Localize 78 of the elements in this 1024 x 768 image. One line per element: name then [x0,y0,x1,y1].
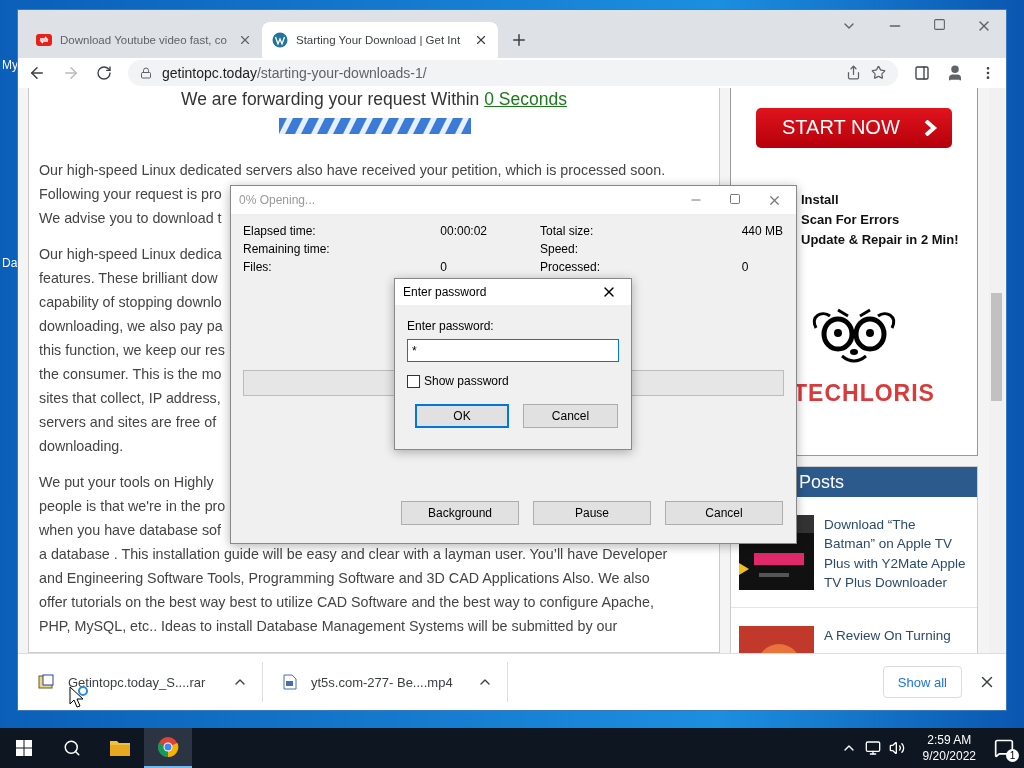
volume-icon[interactable] [888,740,905,756]
ad-feature: Update & Repair in 2 Min! [801,230,959,249]
paragraph-line: PHP, MySQL, etc.. Ideas to install Database Management Systems will be submitted by our [39,616,618,635]
brand-name: TECHLORIS [793,379,935,407]
password-field[interactable]: * [407,339,619,362]
ad-feature: Scan For Errors [801,210,901,229]
search-icon[interactable] [63,739,81,757]
video-site-icon [36,33,52,46]
download-item[interactable]: yt5s.com-277- Be....mp4 [283,662,508,703]
paragraph-line: this function, we keep our res [39,340,225,359]
stat-label: Total size: [540,224,595,238]
dialog-button[interactable]: Background [401,501,519,525]
browser-tab[interactable]: Download Youtube video fast, co [26,21,262,58]
stat-value: 0 [741,260,750,274]
stat-value: 0 [440,260,448,274]
countdown-link[interactable]: 0 Seconds [484,88,567,109]
paragraph-line: downloading, we also pay pa [39,316,223,335]
dialog-title: 0% Opening... [239,193,316,207]
maximize-icon[interactable] [729,192,741,205]
paragraph-line: and Engineering Software Tools, Programming Software and 3D CAD Applications Also. We also [39,568,650,587]
start-now-button[interactable]: START NOW [756,107,952,148]
desktop-icon-label[interactable]: Da [2,256,18,270]
stat-value: 00:00:02 [440,224,487,238]
dialog-button[interactable]: Pause [533,501,651,525]
dialog-button[interactable]: Cancel [665,501,783,525]
network-icon[interactable] [864,740,881,756]
paragraph-line: Our high-speed Linux dedicated servers also have received your petition, which is processed soon. [39,160,666,179]
browser-tab[interactable]: Starting Your Download | Get Int [262,21,498,58]
paragraph-line: the consumer. This is the mo [39,364,222,383]
bookmark-star-icon[interactable] [871,65,886,81]
scrollbar-thumb[interactable] [991,292,1002,401]
paragraph-line: capability of stopping downlo [39,292,222,311]
stat-value: 440 MB [741,224,783,238]
paragraph-line: downloading. [39,436,124,455]
maximize-icon[interactable] [933,18,946,31]
desktop-icon-label[interactable]: My [2,58,18,72]
dialog-button[interactable]: OK [415,404,509,428]
paragraph-line: offer tutorials on the best way best to utilize CAD Software and the best way to configure Apache, [39,592,654,611]
notification-badge: 1 [1006,749,1019,762]
stat-label: Processed: [540,260,602,274]
profile-icon[interactable] [946,63,964,82]
folder-icon[interactable] [109,739,131,757]
dialog-button[interactable]: Cancel [523,404,618,428]
lock-icon [140,66,152,79]
stat-label: Files: [243,260,273,274]
address-bar[interactable]: getintopc.today/starting-your-downloads-1/ [128,59,898,86]
paragraph-line: We put your tools on Highly [39,472,214,491]
clock[interactable]: 2:59 AM 9/20/2022 [922,732,976,764]
stat-label: Speed: [540,242,580,256]
side-panel-icon[interactable] [914,64,930,81]
post-link[interactable]: A Review On Turning [824,625,969,654]
reload-icon[interactable] [96,64,112,81]
chevron-right-icon [923,119,938,136]
ad-feature: Install [801,190,840,209]
redirect-heading: We are forwarding your request Within 0 Seconds [180,87,568,110]
paragraph-line: Our high-speed Linux dedica [39,244,222,263]
dialog-title: Enter password [403,285,487,299]
share-icon[interactable] [846,65,861,81]
video-file-icon [283,674,297,691]
show-all-button[interactable]: Show all [882,666,962,699]
paragraph-line: features. These brilliant dow [39,268,218,287]
archive-file-icon [38,674,54,691]
paragraph-line: We advise you to download t [39,208,222,227]
field-label: Enter password: [407,319,495,333]
paragraph-line: a database . This installation guide will be easy and clear with a layman user. You’ll have Developer [39,544,668,563]
chrome-icon[interactable] [157,736,179,758]
paragraph-line: sites that collect, IP address, [39,388,221,407]
paragraph-line: when you have database sof [39,520,222,539]
windows-start-icon[interactable] [16,740,32,756]
checkbox-label: Show password [424,374,509,388]
paragraph-line: servers and sites are free of [39,412,217,431]
stat-label: Elapsed time: [243,224,317,238]
checkbox[interactable] [407,374,420,388]
paragraph-line: people is that we're in the pro [39,496,226,515]
wordpress-icon [272,31,288,48]
post-link[interactable]: Download “The Batman” on Apple TV Plus with Y2Mate Apple TV Plus Downloader [824,514,969,593]
paragraph-line: Following your request is pro [39,184,222,203]
stat-label: Remaining time: [243,242,331,256]
